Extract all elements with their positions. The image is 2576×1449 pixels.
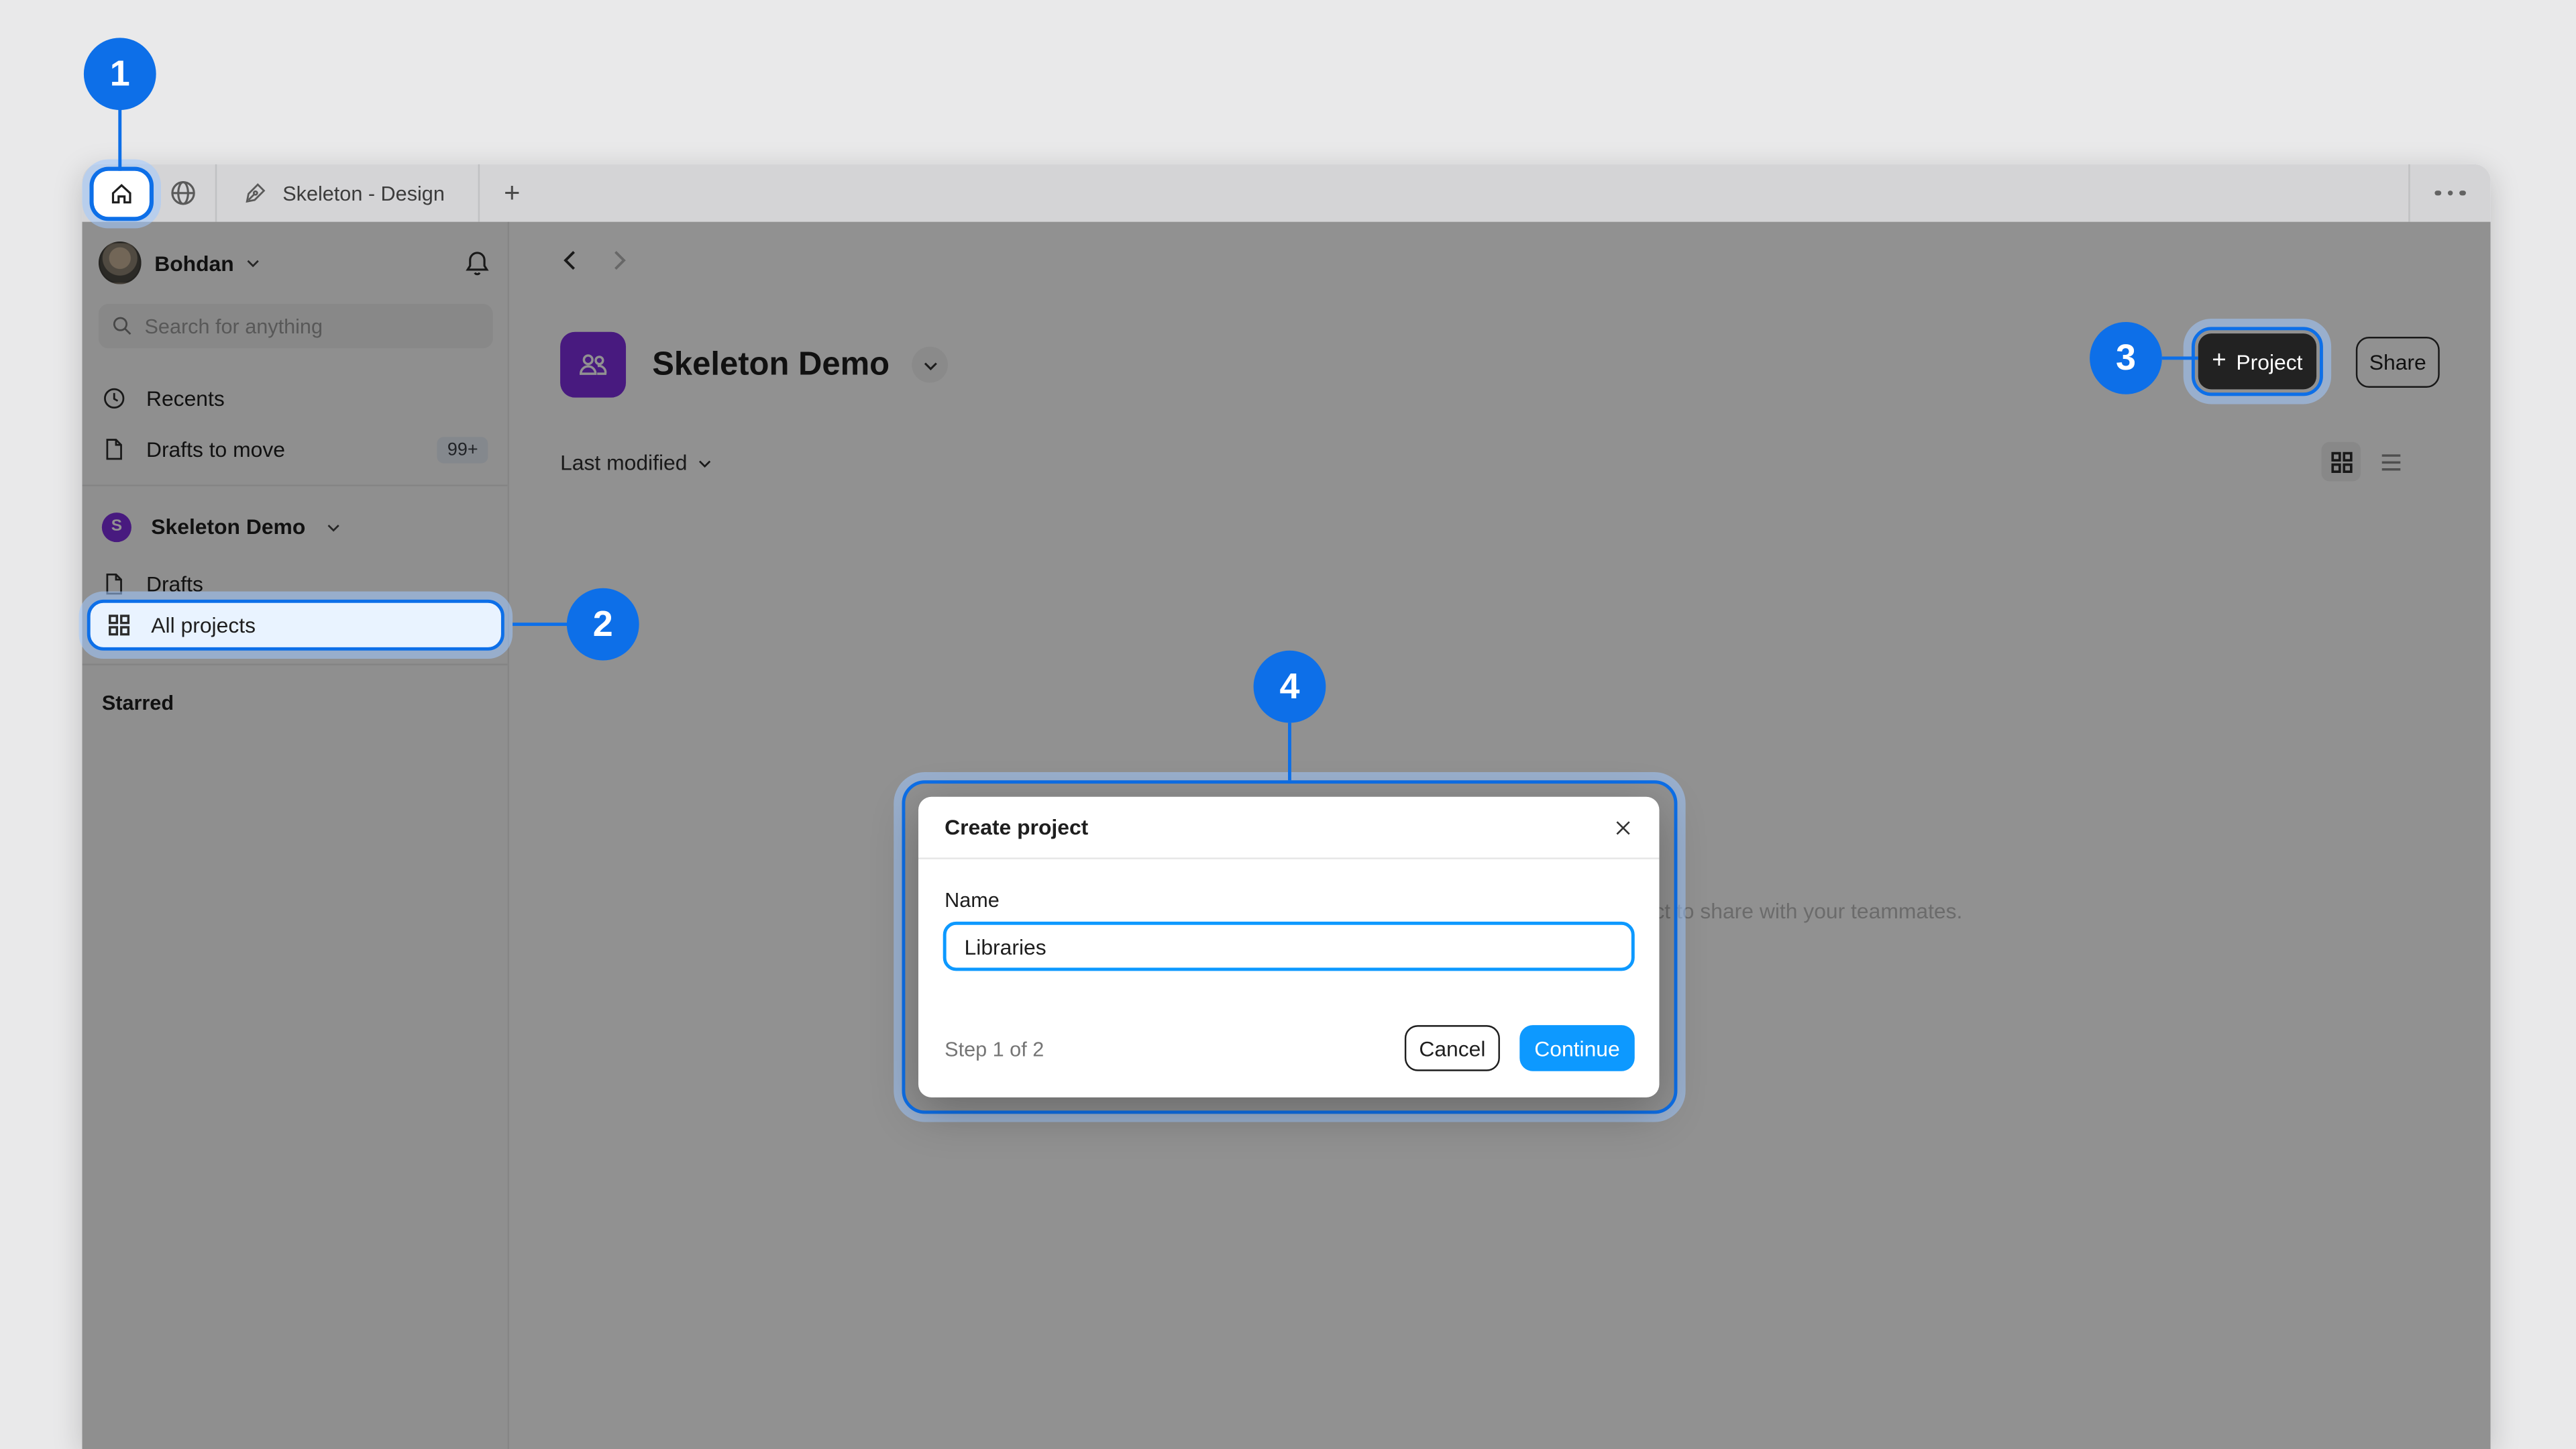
close-icon xyxy=(1613,818,1633,838)
ellipsis-icon xyxy=(2447,190,2453,196)
home-icon xyxy=(109,180,135,206)
close-button[interactable] xyxy=(1603,808,1643,848)
plus-icon: + xyxy=(2212,347,2226,375)
tab-community[interactable] xyxy=(150,164,215,222)
tab-file[interactable]: Skeleton - Design xyxy=(217,164,478,222)
file-tab-label: Skeleton - Design xyxy=(282,182,445,205)
annotation-badge-3: 3 xyxy=(2090,322,2162,394)
modal-header: Create project xyxy=(918,797,1659,859)
grid-icon xyxy=(107,612,131,637)
new-project-button-label: Project xyxy=(2236,349,2302,374)
sidebar-item-all-projects[interactable]: All projects xyxy=(87,600,504,651)
tab-home[interactable] xyxy=(94,170,150,216)
new-project-button-highlight: + Project xyxy=(2192,327,2323,396)
annotation-badge-2: 2 xyxy=(567,588,639,661)
annotation-connector-1 xyxy=(118,109,122,171)
stage: Skeleton - Design + Bohdan xyxy=(0,0,2576,1449)
cancel-button[interactable]: Cancel xyxy=(1405,1025,1500,1071)
annotation-connector-4 xyxy=(1287,723,1291,781)
pen-nib-icon xyxy=(243,180,268,205)
sidebar-item-label: All projects xyxy=(151,612,256,637)
globe-icon xyxy=(168,179,197,207)
project-name-input[interactable] xyxy=(943,922,1635,971)
continue-button[interactable]: Continue xyxy=(1519,1025,1634,1071)
step-indicator: Step 1 of 2 xyxy=(945,1038,1044,1061)
new-project-button[interactable]: + Project xyxy=(2198,333,2316,389)
window-menu-button[interactable] xyxy=(2410,164,2491,222)
annotation-connector-2 xyxy=(513,622,568,626)
annotation-connector-3 xyxy=(2162,356,2198,360)
new-tab-button[interactable]: + xyxy=(479,164,545,222)
annotation-badge-4: 4 xyxy=(1254,651,1326,723)
create-project-modal: Create project Name Step 1 of 2 Cancel C… xyxy=(918,797,1659,1097)
ellipsis-icon xyxy=(2460,190,2466,196)
tab-bar: Skeleton - Design + xyxy=(82,164,2490,222)
modal-actions: Cancel Continue xyxy=(1405,1025,1635,1071)
ellipsis-icon xyxy=(2435,190,2441,196)
screen: Skeleton - Design + Bohdan xyxy=(0,0,2576,1449)
name-field-label: Name xyxy=(945,889,1000,912)
annotation-badge-1: 1 xyxy=(84,38,156,110)
modal-title: Create project xyxy=(945,815,1088,840)
